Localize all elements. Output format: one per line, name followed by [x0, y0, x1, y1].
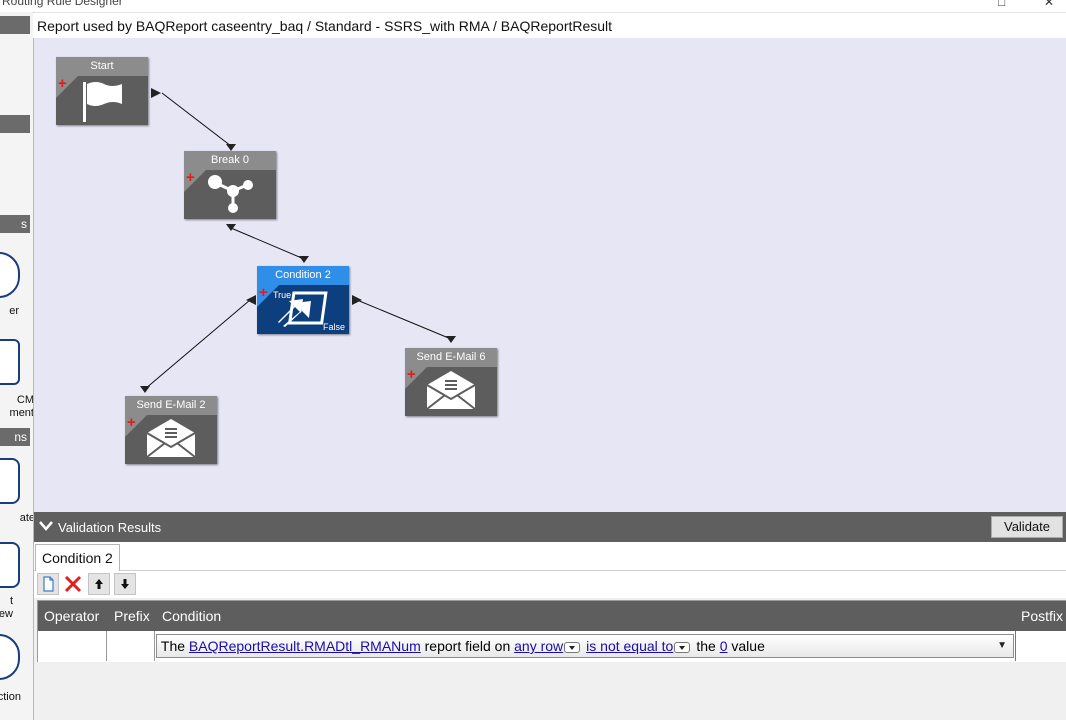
toolbox-header-label: s — [21, 217, 27, 231]
move-down-icon[interactable] — [114, 573, 136, 595]
toolbox-item-label: ction — [0, 691, 21, 703]
tab-strip: Condition 2 — [34, 542, 1066, 571]
close-button[interactable]: ✕ — [1044, 0, 1054, 9]
flag-icon — [83, 82, 122, 122]
condition-text: value — [731, 638, 765, 654]
column-prefix[interactable]: Prefix — [114, 608, 150, 624]
tab-condition-2[interactable]: Condition 2 — [35, 544, 120, 571]
toolbox-header[interactable]: ns — [0, 428, 30, 446]
delete-icon[interactable] — [62, 573, 84, 595]
node-start[interactable]: Start + — [56, 57, 148, 125]
toolbox-header[interactable]: s — [0, 215, 30, 233]
node-title: Break 0 — [184, 151, 276, 170]
node-title: Send E-Mail 6 — [405, 348, 497, 367]
grid-empty-area — [37, 662, 1066, 720]
toolbox-header[interactable] — [0, 16, 30, 34]
window-titlebar: Routing Rule Designer □ ✕ — [0, 0, 1066, 13]
table-row[interactable]: The BAQReportResult.RMADtl_RMANum report… — [38, 631, 1066, 661]
node-break-0[interactable]: Break 0 + — [184, 151, 276, 219]
node-title: Condition 2 — [257, 266, 349, 285]
true-label: True — [273, 290, 292, 300]
field-link[interactable]: BAQReportResult.RMADtl_RMANum — [189, 638, 421, 654]
document-icon[interactable] — [0, 339, 20, 385]
toolbox-header[interactable] — [0, 115, 30, 133]
column-postfix[interactable]: Postfix — [1021, 608, 1063, 624]
toolbox-item-label: CM ment — [9, 394, 34, 419]
node-title: Send E-Mail 2 — [125, 396, 217, 415]
toolbox-panel: s er CM ment ns ate t view ction — [0, 12, 34, 720]
node-title: Start — [56, 57, 148, 76]
validate-button[interactable]: Validate — [991, 516, 1063, 538]
envelope-icon — [426, 371, 476, 410]
toolbox-item-label: t view — [0, 595, 13, 620]
maximize-button[interactable]: □ — [998, 0, 1005, 9]
operator-cell[interactable] — [38, 631, 107, 661]
validation-title: Validation Results — [58, 520, 162, 535]
grid-header: Operator Prefix Condition Postfix — [38, 601, 1066, 631]
move-up-icon[interactable] — [88, 573, 110, 595]
envelope-icon — [146, 419, 196, 458]
workflow-canvas[interactable]: Start + Break 0 + Condition 2 + True Fal… — [34, 38, 1066, 512]
condition-editor[interactable]: The BAQReportResult.RMADtl_RMANum report… — [156, 634, 1014, 658]
window-title: Routing Rule Designer — [2, 0, 123, 8]
condition-grid: Operator Prefix Condition Postfix The BA… — [37, 600, 1066, 664]
filter-icon[interactable] — [0, 252, 20, 298]
column-condition[interactable]: Condition — [162, 608, 221, 624]
false-label: False — [322, 322, 345, 332]
column-operator[interactable]: Operator — [44, 608, 99, 624]
chevron-down-icon[interactable] — [564, 641, 581, 653]
toolbox-header-label: ns — [14, 430, 27, 444]
condition-text: The — [160, 638, 186, 654]
toolbox-item-label: er — [9, 305, 19, 317]
condition-text: report field on — [424, 638, 511, 654]
value-link[interactable]: 0 — [720, 638, 728, 654]
new-icon[interactable] — [37, 573, 59, 595]
branch-icon — [208, 175, 253, 213]
node-send-email-2[interactable]: Send E-Mail 2 + — [125, 396, 217, 464]
condition-toolbar — [34, 571, 1066, 598]
node-send-email-6[interactable]: Send E-Mail 6 + — [405, 348, 497, 416]
prefix-cell[interactable] — [107, 631, 155, 661]
condition-text: the — [696, 638, 716, 654]
validation-results-bar: Validation Results Validate — [34, 512, 1066, 542]
toolbox-item-label: ate — [19, 512, 34, 524]
breadcrumb-text: Report used by BAQReport caseentry_baq /… — [37, 18, 613, 34]
chevron-down-icon[interactable] — [38, 519, 54, 533]
template-icon[interactable] — [0, 458, 20, 504]
row-scope-link[interactable]: any row — [514, 638, 563, 654]
chevron-down-icon[interactable] — [674, 641, 691, 653]
preview-icon[interactable] — [0, 542, 20, 588]
operator-link[interactable]: is not equal to — [586, 638, 673, 654]
node-condition-2[interactable]: Condition 2 + True False — [257, 266, 349, 334]
user-icon[interactable] — [0, 634, 20, 680]
breadcrumb: Report used by BAQReport caseentry_baq /… — [33, 13, 1066, 38]
column-divider — [1014, 631, 1016, 661]
dropdown-arrow-icon[interactable]: ▼ — [997, 635, 1007, 657]
